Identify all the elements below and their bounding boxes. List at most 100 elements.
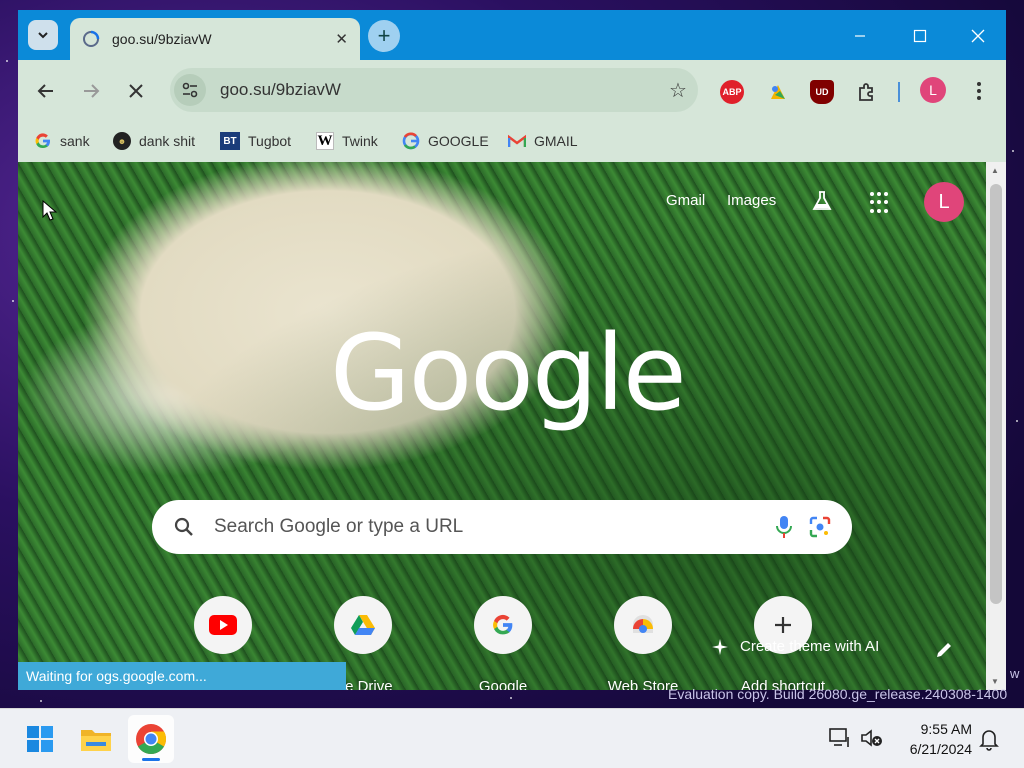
scrollbar-thumb[interactable] xyxy=(990,184,1002,604)
shortcut-label: Google xyxy=(478,678,528,690)
toolbar: goo.su/9bziavW ☆ ABP UD L xyxy=(18,60,1006,122)
shortcut-web-store[interactable]: Web Store xyxy=(588,596,698,690)
evaluation-watermark: Evaluation copy. Build 26080.ge_release.… xyxy=(668,686,1008,702)
maximize-button[interactable] xyxy=(900,22,940,50)
google-apps-icon[interactable] xyxy=(870,192,892,214)
new-tab-page: Gmail Images L Google Search Google or t… xyxy=(18,162,986,690)
plus-icon: + xyxy=(377,23,391,48)
bt-icon: BT xyxy=(220,132,240,150)
tab-active[interactable]: goo.su/9bziavW ✕ xyxy=(70,18,360,60)
search-box[interactable]: Search Google or type a URL xyxy=(152,500,852,554)
color-extension-icon[interactable] xyxy=(766,80,790,104)
site-info-button[interactable] xyxy=(174,74,206,106)
youtube-icon xyxy=(194,596,252,654)
gmail-icon xyxy=(508,132,526,150)
search-placeholder[interactable]: Search Google or type a URL xyxy=(214,516,766,538)
google-g-icon xyxy=(34,132,52,150)
w-icon: W xyxy=(316,132,334,150)
bookmark-star-icon[interactable]: ☆ xyxy=(658,78,698,103)
bookmark-label: dank shit xyxy=(139,133,196,149)
bookmarks-bar: sank ☻ dank shit BT Tugbot W Twink GOOGL… xyxy=(18,122,1006,162)
bookmark-google[interactable]: GOOGLE xyxy=(402,132,489,150)
file-explorer-button[interactable] xyxy=(78,721,114,757)
google-g-icon xyxy=(474,596,532,654)
drive-icon xyxy=(334,596,392,654)
extensions-puzzle-icon[interactable] xyxy=(854,80,878,104)
adblock-extension-icon[interactable]: ABP xyxy=(720,80,744,104)
tune-icon xyxy=(182,82,198,98)
bookmark-label: GMAIL xyxy=(534,133,578,149)
scroll-down-arrow-icon[interactable]: ▼ xyxy=(991,677,999,686)
bookmark-label: Tugbot xyxy=(248,133,292,149)
folder-icon xyxy=(81,730,111,751)
close-icon xyxy=(971,29,985,43)
minimize-button[interactable] xyxy=(840,22,880,50)
network-icon[interactable] xyxy=(828,727,852,751)
arrow-left-icon xyxy=(37,84,53,98)
customize-pencil-icon[interactable] xyxy=(934,640,958,664)
start-button[interactable] xyxy=(22,721,58,757)
bookmark-label: GOOGLE xyxy=(428,133,489,149)
notification-bell-icon[interactable] xyxy=(978,727,1002,751)
scroll-up-arrow-icon[interactable]: ▲ xyxy=(991,166,999,175)
browser-window: goo.su/9bziavW ✕ + goo.su/9bziavW ☆ ABP … xyxy=(18,10,1006,690)
dank-icon: ☻ xyxy=(113,132,131,150)
toolbar-divider xyxy=(898,82,900,102)
bookmark-tugbot[interactable]: BT Tugbot xyxy=(220,132,291,150)
create-theme-label: Create theme with AI xyxy=(740,638,880,655)
account-avatar[interactable]: L xyxy=(924,182,964,222)
tab-search-button[interactable] xyxy=(28,20,58,50)
bookmark-label: Twink xyxy=(342,133,378,149)
bookmark-label: sank xyxy=(60,133,90,149)
webstore-icon xyxy=(614,596,672,654)
chrome-icon xyxy=(136,724,167,755)
labs-flask-icon[interactable] xyxy=(810,189,834,213)
close-icon xyxy=(129,84,143,98)
title-bar: goo.su/9bziavW ✕ + xyxy=(18,10,1006,60)
tab-title: goo.su/9bziavW xyxy=(112,31,212,47)
create-theme-button[interactable]: Create theme with AI xyxy=(712,638,879,655)
taskbar: 9:55 AM 6/21/2024 xyxy=(0,708,1024,768)
back-button[interactable] xyxy=(29,74,63,108)
active-indicator xyxy=(142,758,160,761)
clock-time: 9:55 AM xyxy=(920,721,972,737)
search-icon xyxy=(166,509,202,545)
google-g-icon xyxy=(402,132,420,150)
ublock-extension-icon[interactable]: UD xyxy=(810,80,834,104)
bookmark-sank[interactable]: sank xyxy=(34,132,90,150)
google-logo: Google xyxy=(330,312,687,434)
chevron-down-icon xyxy=(38,32,48,39)
more-menu-button[interactable] xyxy=(962,74,996,108)
bookmark-dank-shit[interactable]: ☻ dank shit xyxy=(113,132,195,150)
google-lens-icon[interactable] xyxy=(802,509,838,545)
images-link[interactable]: Images xyxy=(727,192,776,209)
stop-loading-button[interactable] xyxy=(119,74,153,108)
gmail-link[interactable]: Gmail xyxy=(666,192,705,209)
bookmark-twink[interactable]: W Twink xyxy=(316,132,378,150)
bookmark-gmail[interactable]: GMAIL xyxy=(508,132,578,150)
forward-button[interactable] xyxy=(74,74,108,108)
system-clock[interactable]: 9:55 AM 6/21/2024 xyxy=(892,719,972,759)
chrome-taskbar-button[interactable] xyxy=(128,715,174,763)
new-tab-button[interactable]: + xyxy=(368,20,400,52)
minimize-icon xyxy=(855,35,865,37)
microphone-icon[interactable] xyxy=(766,509,802,545)
clock-date: 6/21/2024 xyxy=(909,741,972,757)
kebab-menu-icon xyxy=(977,82,981,100)
mouse-cursor-icon xyxy=(42,200,58,221)
status-bar: Waiting for ogs.google.com... xyxy=(18,662,346,690)
volume-muted-icon[interactable] xyxy=(860,727,884,751)
windows-logo-icon xyxy=(27,726,53,752)
close-window-button[interactable] xyxy=(958,22,998,50)
arrow-right-icon xyxy=(84,84,100,98)
shortcut-google[interactable]: Google xyxy=(448,596,558,690)
address-bar[interactable]: goo.su/9bziavW ☆ xyxy=(170,68,698,112)
watermark-edge-text: w xyxy=(1010,666,1020,681)
maximize-icon xyxy=(913,29,927,43)
sparkle-icon xyxy=(712,638,728,655)
page-scrollbar[interactable]: ▲ ▼ xyxy=(986,162,1006,690)
loading-globe-icon xyxy=(83,30,100,47)
profile-avatar-button[interactable]: L xyxy=(920,77,946,103)
close-tab-icon[interactable]: ✕ xyxy=(335,30,348,48)
url-text[interactable]: goo.su/9bziavW xyxy=(220,80,658,100)
